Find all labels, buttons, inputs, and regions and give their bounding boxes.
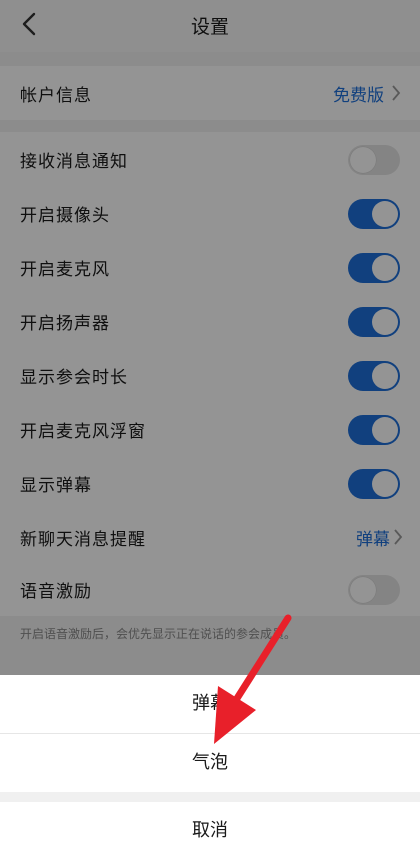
- annotation-arrow-icon: [214, 614, 292, 744]
- watermark: Baidu 经验 jingyan.baidu.com: [231, 839, 408, 853]
